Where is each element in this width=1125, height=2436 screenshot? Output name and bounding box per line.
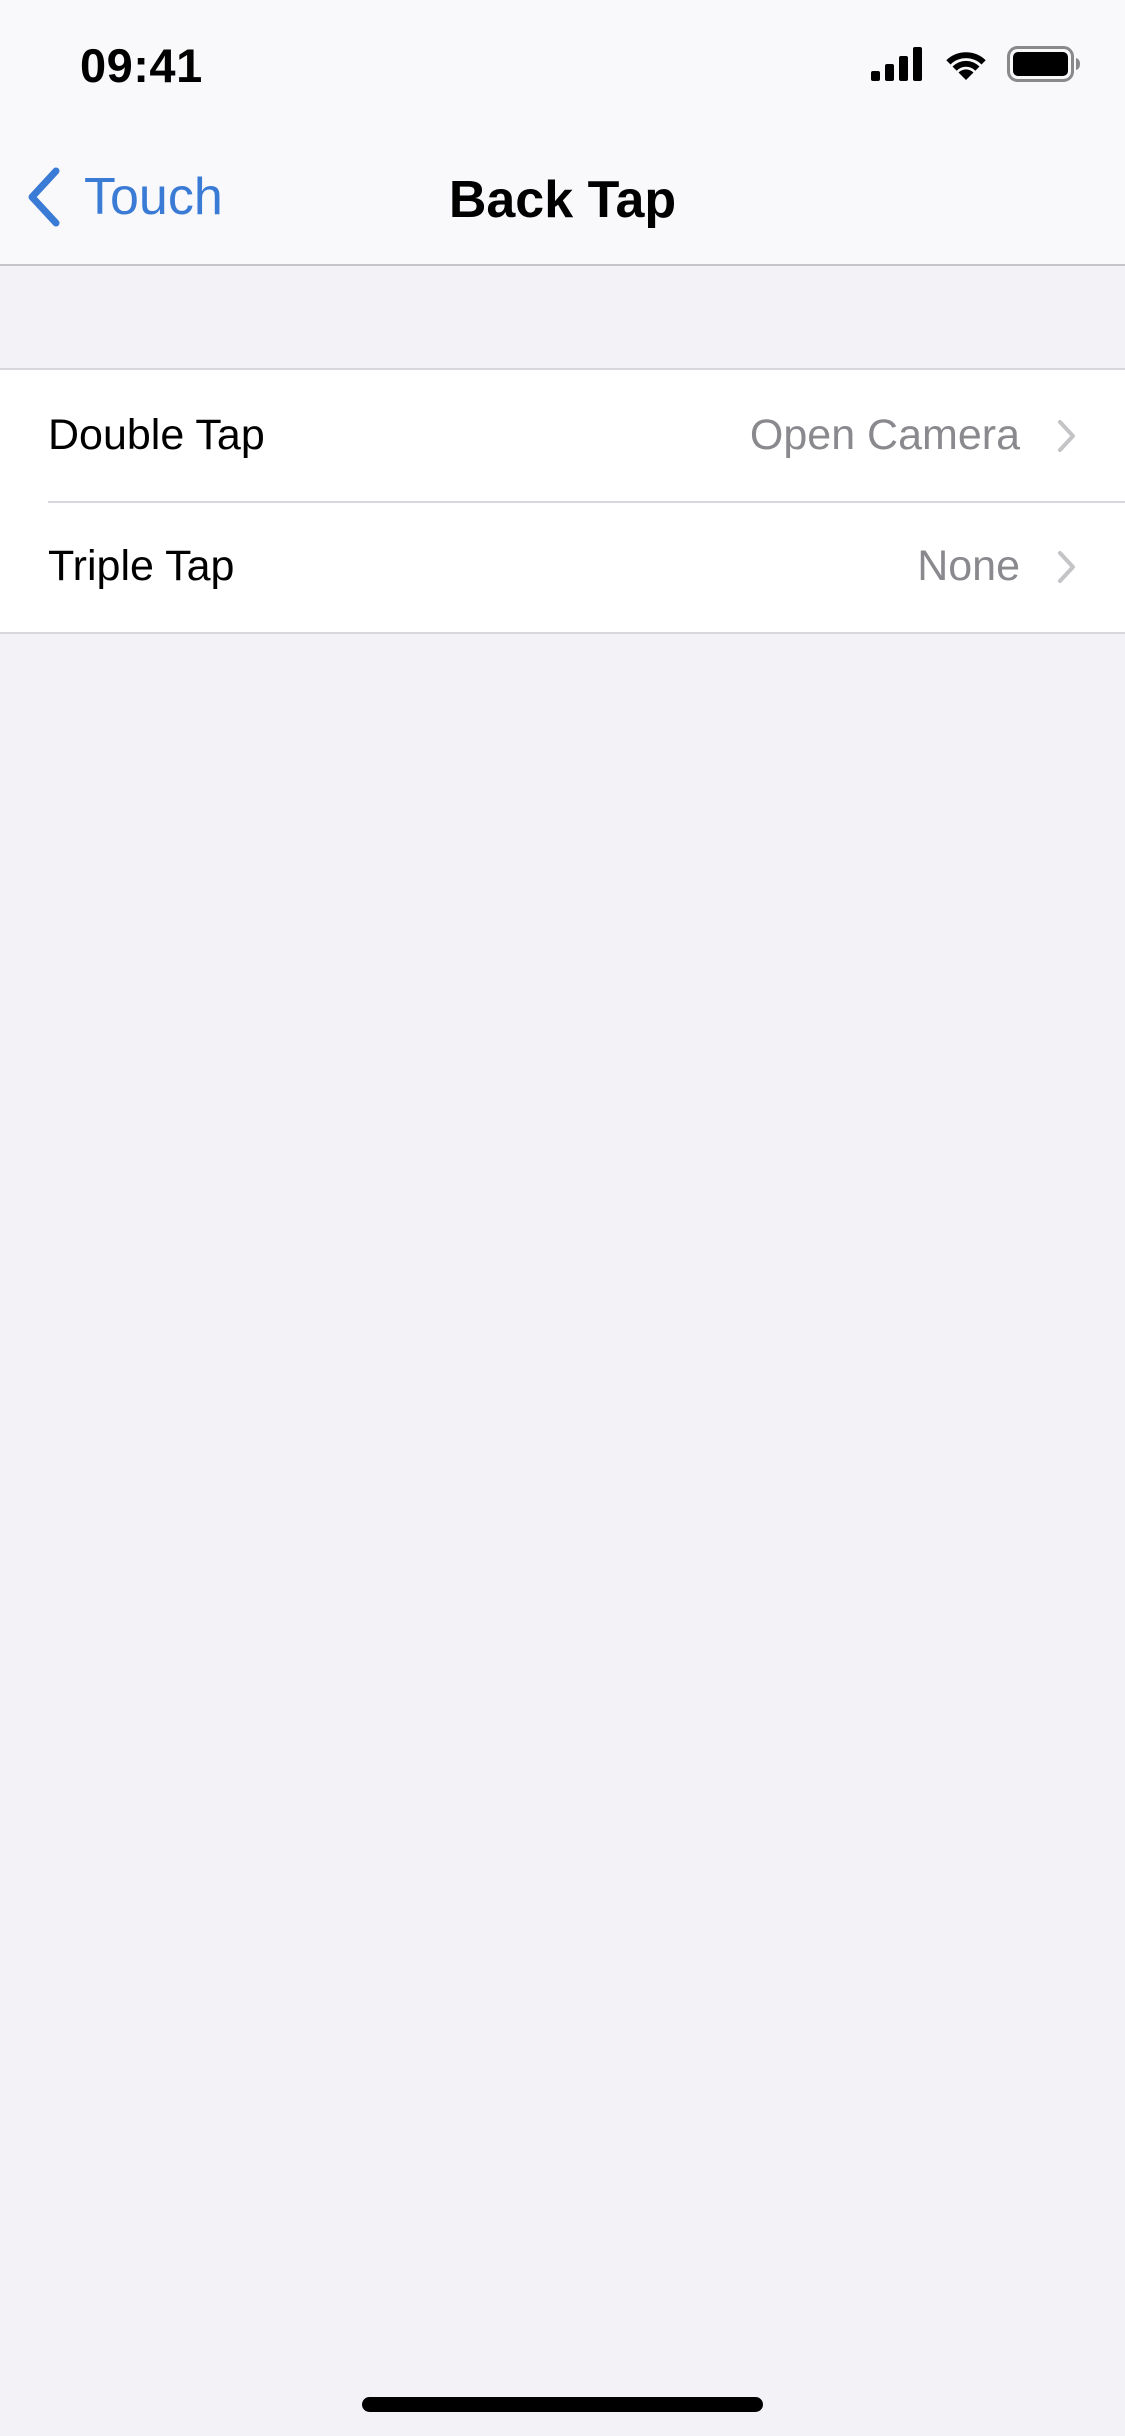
status-time: 09:41 [80,39,203,92]
battery-icon [1007,46,1080,82]
page-title: Back Tap [448,171,677,229]
home-indicator[interactable] [362,2397,763,2412]
chevron-right-icon [1058,419,1075,452]
settings-row-triple-tap[interactable]: Triple Tap None [0,501,1125,632]
back-tap-settings-list: Double Tap Open Camera Triple Tap None [0,368,1125,634]
row-label: Double Tap [48,411,265,459]
row-value: None [917,542,1020,590]
wifi-icon [946,52,986,80]
cellular-signal-icon [871,47,922,81]
settings-row-double-tap[interactable]: Double Tap Open Camera [0,370,1125,501]
chevron-right-icon [1058,550,1075,583]
status-icons [871,46,1081,82]
status-bar: 09:41 [0,0,1125,132]
navigation-bar: Touch Back Tap [0,132,1125,266]
row-value: Open Camera [749,411,1020,459]
row-label: Triple Tap [48,542,235,590]
